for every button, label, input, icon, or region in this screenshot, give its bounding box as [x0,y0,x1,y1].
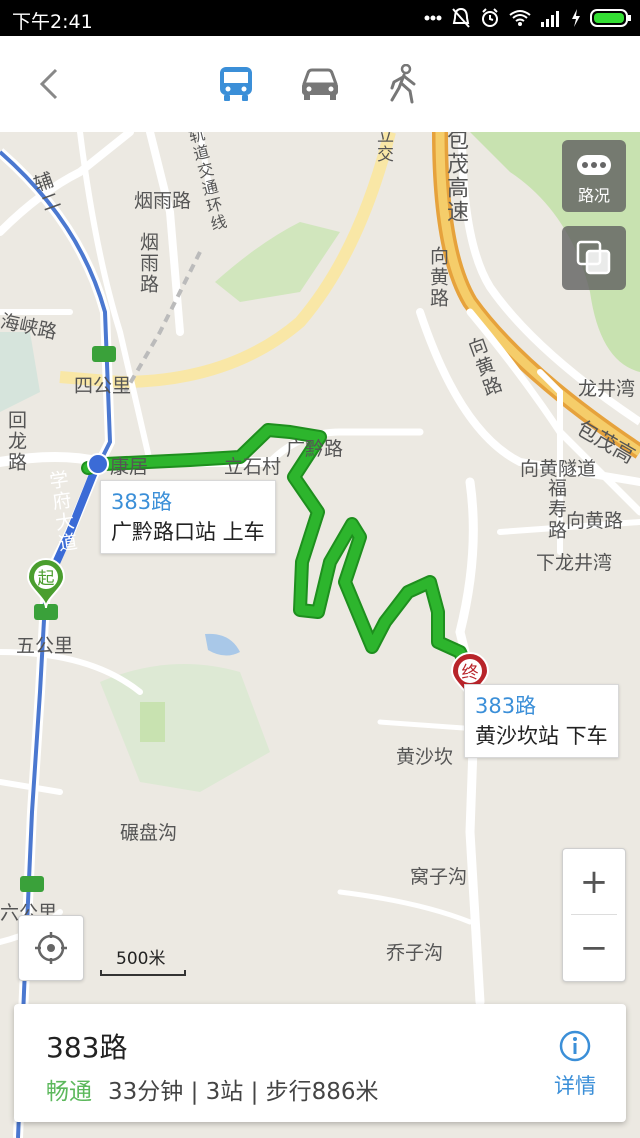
car-mode-button[interactable] [296,60,344,108]
route-name: 383路 [46,1031,128,1064]
map-label: 烟雨路 [137,232,159,295]
battery-icon [590,9,631,27]
route-info: 畅通 33分钟 | 3站 | 步行886米 [46,1072,379,1106]
callout-route-name: 383路 [475,694,537,718]
end-marker-label: 终 [462,663,479,683]
callout-route-name: 383路 [111,490,173,514]
status-bar: 下午2:41 [0,0,640,36]
map-label: 五公里 [16,635,74,657]
locate-button[interactable] [18,915,84,981]
info-icon [559,1030,591,1062]
zoom-out-button[interactable]: − [563,915,625,980]
route-mode-bar [0,36,640,133]
map-scale: 500米 [100,944,186,980]
detail-button[interactable]: 详情 [544,1030,606,1100]
map-label: 向黄路 [427,246,449,309]
start-marker-icon[interactable]: 起 [26,558,66,610]
map-label: 黄沙坎 [396,746,454,768]
bus-mode-button[interactable] [212,60,260,108]
charging-icon [572,9,580,27]
walk-icon [390,64,416,104]
callout-stop-name: 黄沙坎站 下车 [475,724,608,748]
zoom-control: + − [562,848,626,982]
route-summary-card[interactable]: 383路 畅通 33分钟 | 3站 | 步行886米 详情 [14,1004,626,1122]
map-label: 立交 [373,132,393,164]
map-label: 福寿路 [545,478,567,541]
traffic-icon [577,155,611,175]
bus-stop-icon [87,453,109,475]
green-area [140,702,165,742]
detail-label: 详情 [554,1074,596,1098]
status-icons [424,6,632,30]
alarm-icon [482,8,498,27]
traffic-label: 路况 [577,186,610,205]
layers-icon [576,240,611,275]
callout-stop-name: 广黔路口站 上车 [111,520,265,544]
board-stop-callout[interactable]: 383路 广黔路口站 上车 [100,480,276,554]
map-label: 广黔路 [286,438,344,460]
mute-icon [452,7,470,28]
map-label: 包茂高速 [443,132,468,224]
map-base [0,132,640,1138]
more-dots-icon [424,15,442,21]
route-summary: 33分钟 | 3站 | 步行886米 [108,1079,379,1105]
map-label: 向黄隧道 [520,458,597,480]
map-label: 立石村 [224,456,282,478]
map-label: 向黄路 [566,510,624,532]
map-label: 碾盘沟 [120,822,178,844]
map-label: 乔子沟 [386,942,444,964]
scale-bar [100,970,186,976]
map-label: 康居 [110,456,149,478]
layers-button[interactable] [562,226,626,290]
alight-stop-callout[interactable]: 383路 黄沙坎站 下车 [464,684,619,758]
map-label: 四公里 [74,375,132,397]
wifi-icon [509,10,531,26]
car-icon [302,68,338,100]
chevron-left-icon [39,68,58,100]
locate-icon [35,932,67,964]
start-marker-label: 起 [38,569,55,589]
zoom-in-button[interactable]: + [563,849,625,914]
map-label: 龙井湾 [578,378,636,400]
traffic-status: 畅通 [46,1079,92,1105]
status-time: 下午2:41 [12,11,93,33]
map-label: 窝子沟 [410,866,468,888]
map-label: 回龙路 [5,410,27,473]
walk-mode-button[interactable] [380,60,428,108]
map-label: 下龙井湾 [536,552,613,574]
signal-icon [541,11,559,27]
traffic-toggle-button[interactable]: 路况 [562,140,626,212]
back-button[interactable] [30,62,70,106]
scale-text: 500米 [116,949,166,969]
map-label: 烟雨路 [134,190,192,212]
map-view[interactable]: 起 终 烟雨路 烟雨路 辅二 海峡路 四公里 回龙路 学府大道 五公里 六公里 … [0,132,640,1138]
bus-icon [220,67,252,101]
